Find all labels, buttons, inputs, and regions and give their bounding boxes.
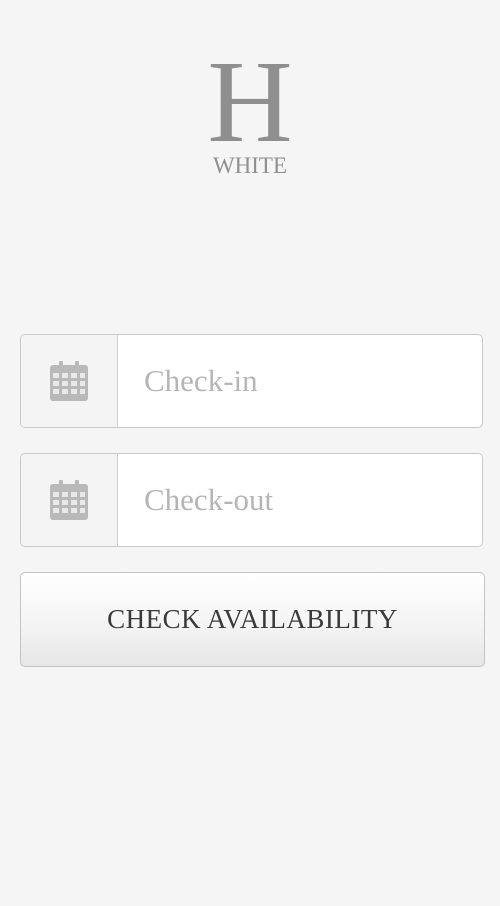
hotel-logo: H WHITE <box>0 36 500 178</box>
checkin-input[interactable] <box>118 335 482 427</box>
checkout-calendar-button[interactable] <box>21 454 118 546</box>
checkout-field[interactable] <box>20 453 483 547</box>
calendar-icon <box>50 361 88 401</box>
logo-word: WHITE <box>212 153 288 178</box>
calendar-icon <box>50 480 88 520</box>
logo-letter: H <box>207 36 293 167</box>
checkin-calendar-button[interactable] <box>21 335 118 427</box>
check-availability-button[interactable]: CHECK AVAILABILITY <box>20 572 485 667</box>
checkin-field[interactable] <box>20 334 483 428</box>
booking-screen: H WHITE Check-in Check-out CHECK AVAILAB… <box>0 0 500 906</box>
checkout-input[interactable] <box>118 454 482 546</box>
